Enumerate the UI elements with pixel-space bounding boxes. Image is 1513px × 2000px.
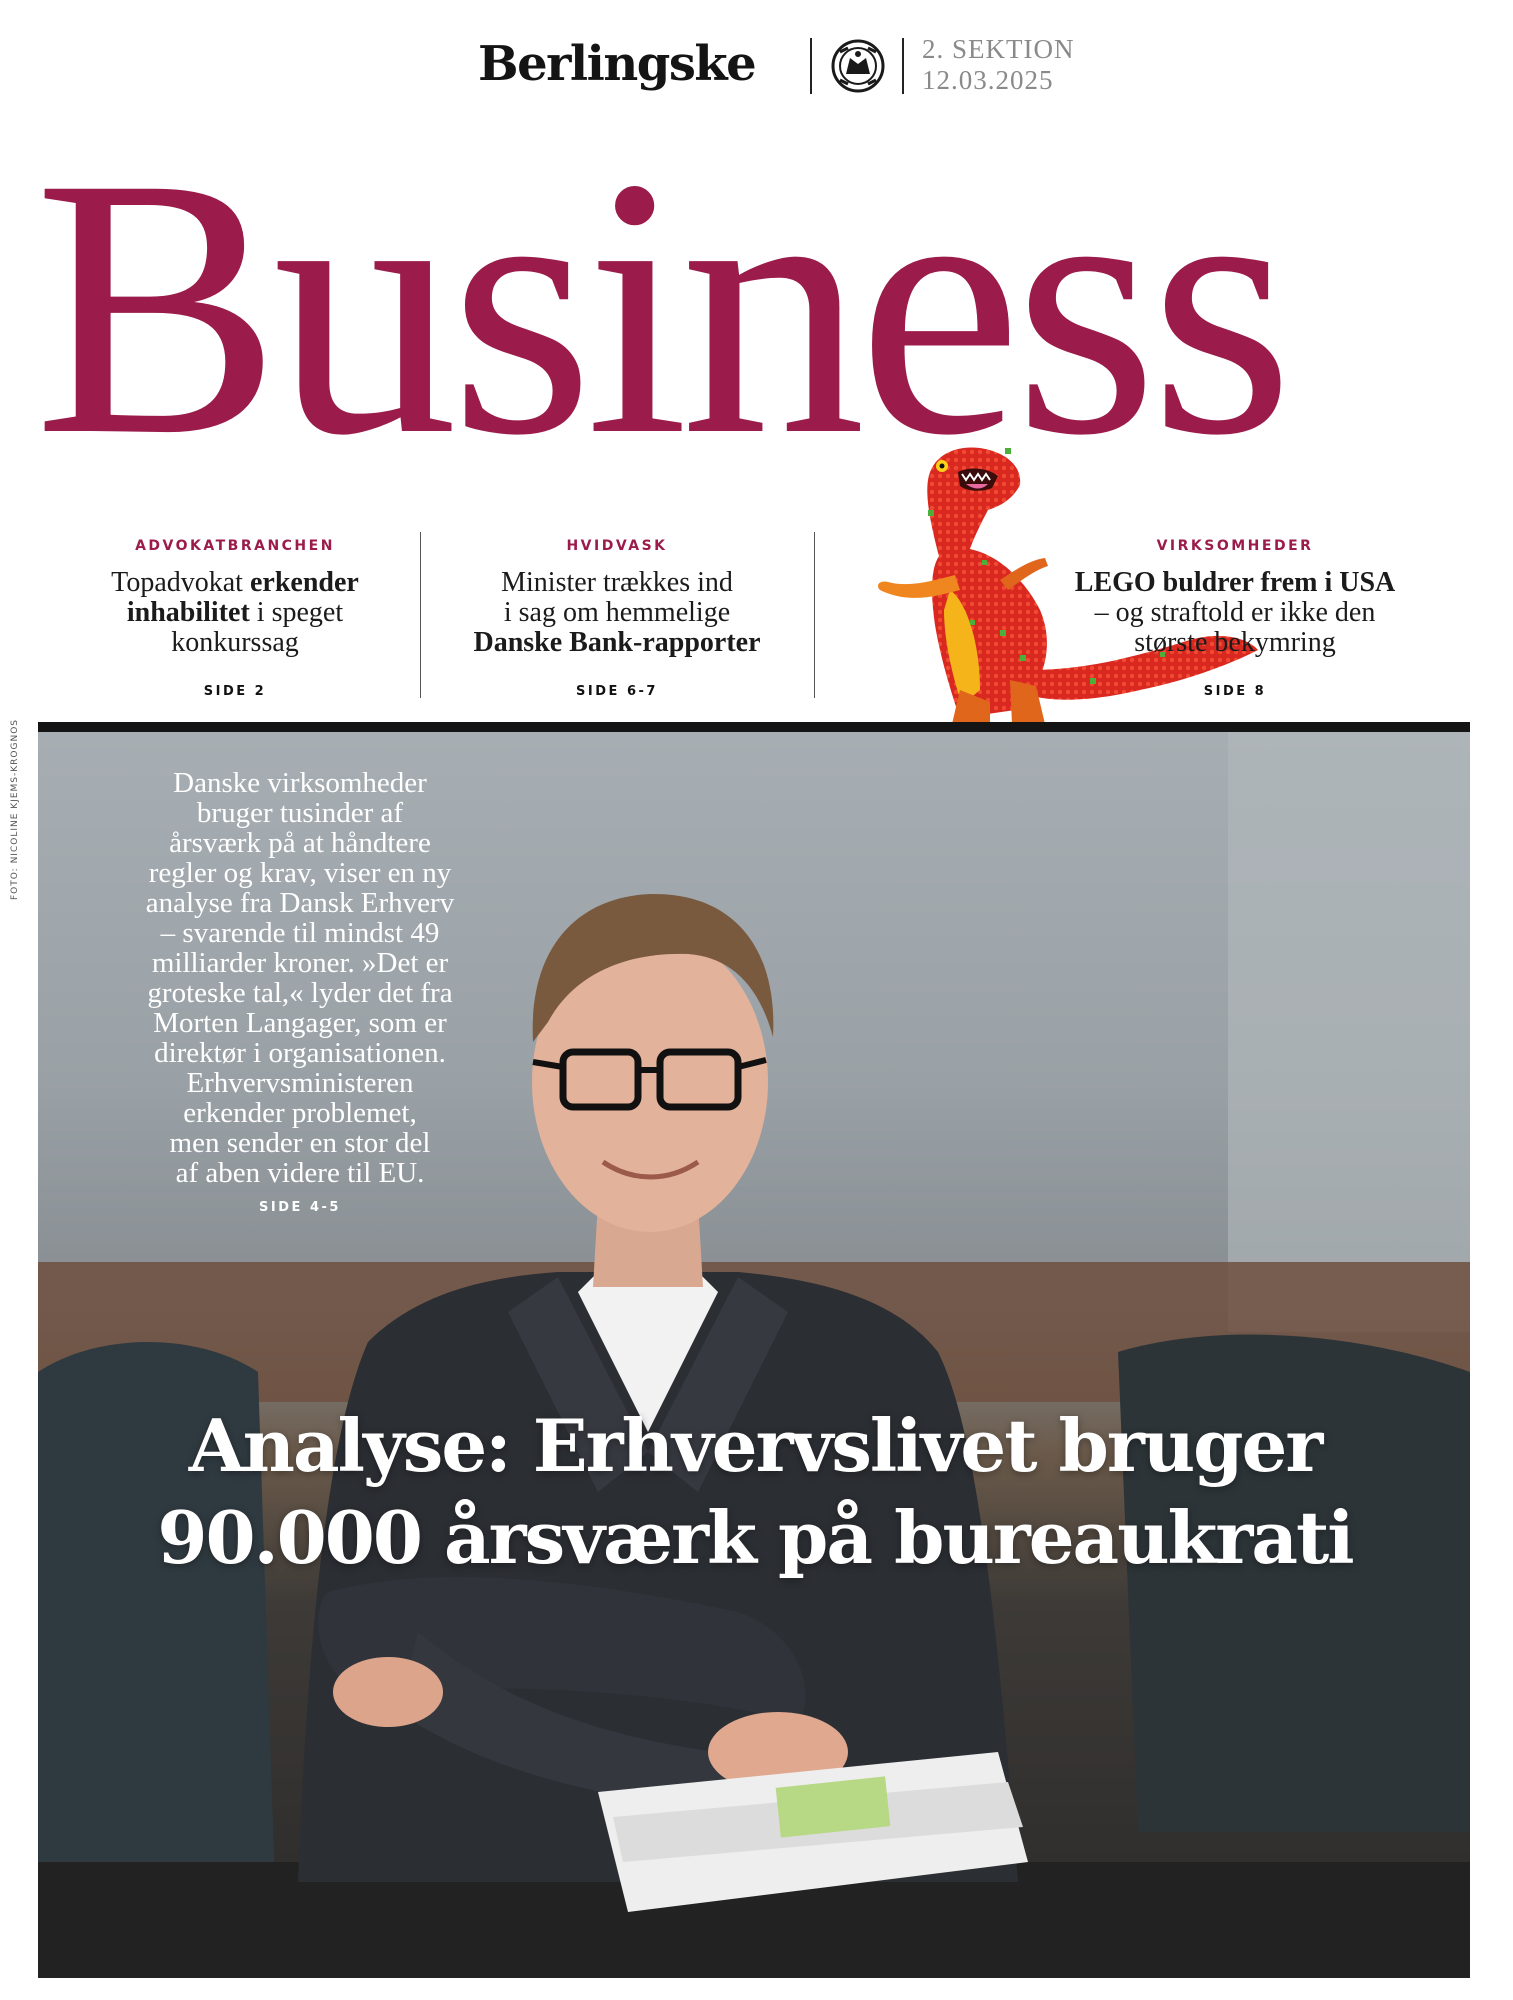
column-divider xyxy=(814,532,815,698)
brand-logo: Berlingske xyxy=(478,36,757,92)
headline-line: 90.000 årsværk på bureaukrati xyxy=(157,1495,1354,1580)
intro-line: bruger tusinder af xyxy=(196,797,404,829)
teaser-text: LEGO buldrer frem i USA – og straftold e… xyxy=(1070,568,1400,658)
teaser-text-plain: Minister trækkes ind xyxy=(501,567,733,598)
teaser-page-ref: SIDE 2 xyxy=(203,684,267,699)
teaser-text-plain: Topadvokat xyxy=(111,567,250,598)
teaser-text-plain: største bekymring xyxy=(1134,627,1336,658)
main-headline[interactable]: Analyse: Erhvervslivet bruger 90.000 års… xyxy=(60,1400,1450,1584)
intro-line: – svarende til mindst 49 xyxy=(160,917,440,949)
section-info: 2. SEKTION 12.03.2025 xyxy=(922,34,1075,96)
teaser-text-plain: i speget xyxy=(249,597,344,628)
intro-line: regler og krav, viser en ny xyxy=(148,857,452,889)
teaser-kicker: HVIDVASK xyxy=(566,538,668,554)
intro-line: direktør i organisationen. xyxy=(154,1037,446,1069)
teaser-text: Topadvokat erkender inhabilitet i speget… xyxy=(60,568,410,658)
teaser-text-plain: konkurssag xyxy=(171,627,299,658)
teaser-hvidvask[interactable]: HVIDVASK Minister trækkes ind i sag om h… xyxy=(432,538,802,699)
intro-paragraph: Danske virksomheder bruger tusinder af å… xyxy=(110,768,490,1188)
teaser-page-ref: SIDE 8 xyxy=(1203,684,1267,699)
masthead-divider xyxy=(810,38,812,94)
teaser-kicker: ADVOKATBRANCHEN xyxy=(135,538,335,554)
teaser-virksomheder[interactable]: VIRKSOMHEDER LEGO buldrer frem i USA – o… xyxy=(1070,538,1400,699)
coat-of-arms-icon xyxy=(831,39,885,93)
teaser-kicker: VIRKSOMHEDER xyxy=(1156,538,1314,554)
teaser-advokatbranchen[interactable]: ADVOKATBRANCHEN Topadvokat erkender inha… xyxy=(60,538,410,699)
teaser-text-plain: – og straftold er ikke den xyxy=(1094,597,1376,628)
intro-line: Morten Langager, som er xyxy=(153,1007,447,1039)
intro-line: erkender problemet, xyxy=(183,1097,417,1129)
teaser-text: Minister trækkes ind i sag om hemmelige … xyxy=(432,568,802,658)
issue-date: 12.03.2025 xyxy=(922,65,1054,95)
intro-line: Erhvervsministeren xyxy=(186,1067,414,1099)
teaser-page-ref: SIDE 6-7 xyxy=(576,684,658,699)
section-label: 2. SEKTION xyxy=(922,34,1075,64)
masthead-divider xyxy=(902,38,904,94)
teaser-text-bold: Danske Bank-rapporter xyxy=(473,627,761,658)
photo-credit: FOTO: NICOLINE KJEMS-KROGNOS xyxy=(10,719,20,900)
column-divider xyxy=(420,532,421,698)
intro-line: af aben videre til EU. xyxy=(175,1157,425,1189)
intro-line: groteske tal,« lyder det fra xyxy=(147,977,453,1009)
teaser-text-bold: erkender xyxy=(249,567,359,598)
masthead: Berlingske 2. SEKTION 12.03.2025 xyxy=(0,30,1513,100)
headline-line: Analyse: Erhvervslivet bruger xyxy=(188,1403,1324,1488)
teaser-text-plain: i sag om hemmelige xyxy=(503,597,731,628)
section-wordmark: Business xyxy=(34,102,1294,512)
intro-line: analyse fra Dansk Erhverv xyxy=(145,887,455,919)
intro-line: men sender en stor del xyxy=(169,1127,431,1159)
teaser-text-bold: inhabilitet xyxy=(126,597,250,628)
teaser-text-bold: LEGO buldrer frem i USA xyxy=(1074,567,1396,598)
intro-line: milliarder kroner. »Det er xyxy=(151,947,449,979)
intro-line: Danske virksomheder xyxy=(173,767,427,799)
intro-line: årsværk på at håndtere xyxy=(169,827,431,859)
intro-page-ref: SIDE 4-5 xyxy=(259,1200,341,1215)
